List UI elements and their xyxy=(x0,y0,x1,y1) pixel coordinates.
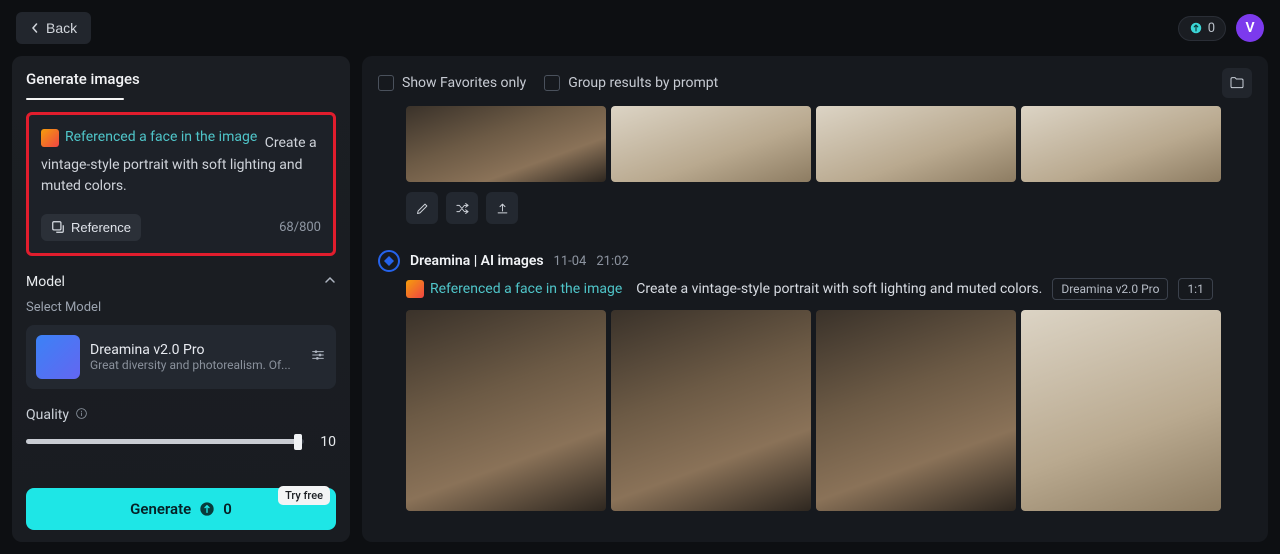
model-settings-icon[interactable] xyxy=(310,347,326,367)
result-thumb[interactable] xyxy=(611,310,811,511)
model-name: Dreamina v2.0 Pro xyxy=(90,342,300,358)
show-favorites-label: Show Favorites only xyxy=(402,75,526,91)
pencil-icon xyxy=(415,201,430,216)
result-thumb[interactable] xyxy=(816,106,1016,182)
reference-face-tag[interactable]: Referenced a face in the image xyxy=(41,127,257,149)
char-count: 68/800 xyxy=(279,220,321,235)
result-thumb[interactable] xyxy=(406,106,606,182)
app-badge-icon xyxy=(378,250,400,272)
share-button[interactable] xyxy=(486,192,518,224)
reference-button[interactable]: Reference xyxy=(41,214,141,241)
credits-icon xyxy=(199,501,215,517)
folder-button[interactable] xyxy=(1222,68,1252,98)
main-panel: Show Favorites only Group results by pro… xyxy=(362,56,1268,542)
reference-icon xyxy=(51,220,65,234)
group-results-label: Group results by prompt xyxy=(568,75,718,91)
result-row xyxy=(406,310,1252,511)
avatar[interactable]: V xyxy=(1236,14,1264,42)
model-badge: Dreamina v2.0 Pro xyxy=(1052,278,1168,300)
ratio-badge: 1:1 xyxy=(1178,278,1212,300)
group-date: 11-04 xyxy=(554,254,587,269)
show-favorites-checkbox[interactable]: Show Favorites only xyxy=(378,75,526,91)
prompt-text: Referenced a face in the image Create a … xyxy=(41,127,321,198)
result-actions xyxy=(406,192,1252,224)
upload-icon xyxy=(495,201,510,216)
shuffle-icon xyxy=(455,201,470,216)
select-model-label: Select Model xyxy=(26,300,336,315)
regenerate-button[interactable] xyxy=(446,192,478,224)
reference-tag-label: Referenced a face in the image xyxy=(65,127,257,149)
model-section-label: Model xyxy=(26,274,65,290)
back-label: Back xyxy=(46,20,77,36)
info-icon[interactable] xyxy=(75,407,88,424)
quality-slider[interactable] xyxy=(26,439,304,444)
result-thumb[interactable] xyxy=(1021,106,1221,182)
edit-button[interactable] xyxy=(406,192,438,224)
sidebar-title: Generate images xyxy=(26,70,336,88)
quality-slider-thumb[interactable] xyxy=(294,434,302,450)
group-title: Dreamina | AI images xyxy=(410,253,544,269)
result-thumb[interactable] xyxy=(1021,310,1221,511)
folder-icon xyxy=(1229,75,1245,91)
generate-button[interactable]: Generate 0 Try free xyxy=(26,488,336,530)
quality-slider-fill xyxy=(26,439,298,444)
reference-thumb-icon xyxy=(41,129,59,147)
checkbox-box xyxy=(378,75,394,91)
quality-label: Quality xyxy=(26,407,69,423)
result-thumb[interactable] xyxy=(611,106,811,182)
credits-value: 0 xyxy=(1208,21,1215,36)
avatar-initial: V xyxy=(1245,20,1254,36)
result-thumb[interactable] xyxy=(406,310,606,511)
model-card[interactable]: Dreamina v2.0 Pro Great diversity and ph… xyxy=(26,325,336,389)
group-results-checkbox[interactable]: Group results by prompt xyxy=(544,75,718,91)
model-desc: Great diversity and photorealism. Of... xyxy=(90,358,300,372)
chevron-left-icon xyxy=(30,20,40,36)
result-row-partial xyxy=(406,106,1252,182)
group-time: 21:02 xyxy=(596,254,628,269)
reference-tag-label: Referenced a face in the image xyxy=(430,281,622,297)
group-prompt: Create a vintage-style portrait with sof… xyxy=(636,281,1042,297)
topbar: Back 0 V xyxy=(0,0,1280,56)
reference-button-label: Reference xyxy=(71,220,131,235)
prompt-box[interactable]: Referenced a face in the image Create a … xyxy=(26,112,336,256)
try-free-badge: Try free xyxy=(278,486,330,505)
chevron-up-icon xyxy=(324,274,336,290)
group-subheader: Referenced a face in the image Create a … xyxy=(406,278,1252,300)
model-section-header[interactable]: Model xyxy=(26,274,336,290)
quality-value: 10 xyxy=(316,434,336,450)
generate-cost: 0 xyxy=(223,500,232,518)
model-thumb xyxy=(36,335,80,379)
generate-label: Generate xyxy=(130,500,191,518)
credits-pill[interactable]: 0 xyxy=(1178,16,1226,41)
checkbox-box xyxy=(544,75,560,91)
results-area: Dreamina | AI images 11-04 21:02 Referen… xyxy=(378,106,1252,530)
sidebar-title-underline xyxy=(26,98,124,100)
reference-thumb-icon xyxy=(406,280,424,298)
sidebar: Generate images Referenced a face in the… xyxy=(12,56,350,542)
result-thumb[interactable] xyxy=(816,310,1016,511)
back-button[interactable]: Back xyxy=(16,12,91,44)
reference-face-tag[interactable]: Referenced a face in the image xyxy=(406,280,622,298)
result-group-header: Dreamina | AI images 11-04 21:02 xyxy=(378,250,1252,272)
credits-icon xyxy=(1189,21,1203,35)
quality-row: Quality xyxy=(26,407,336,424)
topbar-right: 0 V xyxy=(1178,14,1264,42)
